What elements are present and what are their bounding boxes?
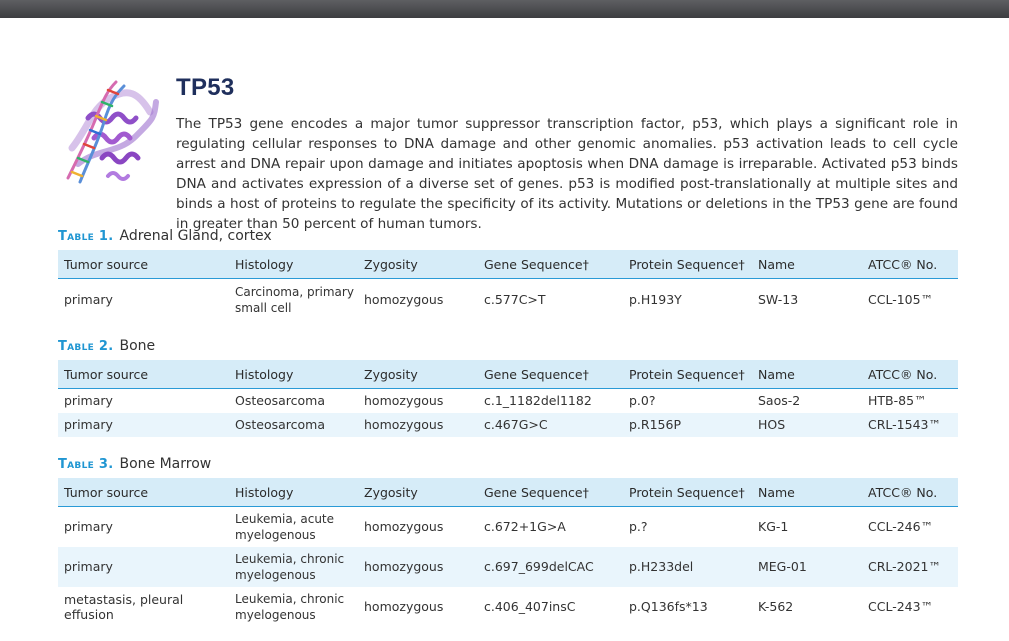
cell-atcc-no: CCL-243™ bbox=[868, 599, 934, 614]
table-number: Table 2. bbox=[58, 339, 114, 354]
table-2-caption: Table 2. Bone bbox=[58, 338, 155, 354]
cell-zygosity: homozygous bbox=[364, 519, 444, 535]
cell-name: K-562 bbox=[758, 599, 794, 614]
table-title: Bone Marrow bbox=[119, 456, 212, 472]
cell-atcc-no: CRL-1543™ bbox=[862, 412, 958, 437]
cell-histology: Carcinoma, primary small cell bbox=[235, 284, 354, 315]
cell-gene-sequence: c.697_699delCAC bbox=[478, 546, 623, 587]
column-header-tumor-source: Tumor source bbox=[58, 250, 229, 279]
table-row: primary Leukemia, chronic myelogenous ho… bbox=[58, 546, 958, 587]
cell-atcc-no: CCL-105™ bbox=[868, 292, 934, 308]
column-header-atcc-no: ATCC® No. bbox=[862, 478, 958, 507]
cell-protein-sequence: p.? bbox=[629, 519, 648, 535]
gene-title: TP53 bbox=[176, 74, 235, 101]
table-2-bone: Tumor source Histology Zygosity Gene Seq… bbox=[58, 360, 958, 437]
cell-gene-sequence: c.467G>C bbox=[478, 412, 623, 437]
cell-zygosity: homozygous bbox=[358, 546, 478, 587]
table-title: Adrenal Gland, cortex bbox=[119, 228, 272, 244]
viewer-toolbar bbox=[0, 0, 1009, 18]
table-number: Table 3. bbox=[58, 457, 114, 472]
cell-tumor-source: metastasis, pleural effusion bbox=[64, 591, 184, 622]
cell-name: SW-13 bbox=[758, 292, 799, 308]
column-header-atcc-no: ATCC® No. bbox=[862, 360, 958, 389]
cell-histology: Osteosarcoma bbox=[235, 393, 325, 409]
column-header-atcc-no: ATCC® No. bbox=[862, 250, 958, 279]
column-header-zygosity: Zygosity bbox=[358, 250, 478, 279]
column-header-gene-sequence: Gene Sequence† bbox=[478, 360, 623, 389]
column-header-tumor-source: Tumor source bbox=[58, 360, 229, 389]
table-row: primary Carcinoma, primary small cell ho… bbox=[58, 279, 958, 321]
column-header-gene-sequence: Gene Sequence† bbox=[478, 250, 623, 279]
cell-tumor-source: primary bbox=[64, 292, 113, 308]
cell-atcc-no: CRL-2021™ bbox=[862, 546, 958, 587]
table-3-bone-marrow: Tumor source Histology Zygosity Gene Seq… bbox=[58, 478, 958, 627]
column-header-zygosity: Zygosity bbox=[358, 478, 478, 507]
table-header-row: Tumor source Histology Zygosity Gene Seq… bbox=[58, 478, 958, 507]
table-header-row: Tumor source Histology Zygosity Gene Seq… bbox=[58, 250, 958, 279]
table-1-adrenal-gland: Tumor source Histology Zygosity Gene Seq… bbox=[58, 250, 958, 321]
column-header-histology: Histology bbox=[229, 250, 358, 279]
table-row: primary Leukemia, acute myelogenous homo… bbox=[58, 507, 958, 547]
table-title: Bone bbox=[119, 338, 156, 354]
cell-atcc-no: CCL-246™ bbox=[868, 519, 934, 535]
cell-histology: Leukemia, chronic myelogenous bbox=[229, 546, 358, 587]
column-header-histology: Histology bbox=[229, 360, 358, 389]
cell-zygosity: homozygous bbox=[364, 292, 444, 308]
table-1-caption: Table 1. Adrenal Gland, cortex bbox=[58, 228, 272, 244]
cell-tumor-source: primary bbox=[58, 412, 229, 437]
cell-protein-sequence: p.Q136fs*13 bbox=[629, 599, 708, 614]
table-row: primary Osteosarcoma homozygous c.1_1182… bbox=[58, 389, 958, 413]
column-header-tumor-source: Tumor source bbox=[58, 478, 229, 507]
cell-tumor-source: primary bbox=[64, 393, 113, 409]
cell-histology: Osteosarcoma bbox=[229, 412, 358, 437]
cell-name: MEG-01 bbox=[752, 546, 862, 587]
cell-zygosity: homozygous bbox=[364, 393, 444, 409]
cell-tumor-source: primary bbox=[58, 546, 229, 587]
cell-zygosity: homozygous bbox=[364, 599, 444, 614]
column-header-name: Name bbox=[752, 250, 862, 279]
cell-histology: Leukemia, acute myelogenous bbox=[235, 511, 335, 542]
cell-tumor-source: primary bbox=[64, 519, 113, 535]
cell-protein-sequence: p.H233del bbox=[623, 546, 752, 587]
table-row: primary Osteosarcoma homozygous c.467G>C… bbox=[58, 412, 958, 437]
cell-gene-sequence: c.406_407insC bbox=[484, 599, 576, 614]
cell-name: HOS bbox=[752, 412, 862, 437]
table-header-row: Tumor source Histology Zygosity Gene Seq… bbox=[58, 360, 958, 389]
column-header-protein-sequence: Protein Sequence† bbox=[623, 360, 752, 389]
table-row: metastasis, pleural effusion Leukemia, c… bbox=[58, 587, 958, 627]
cell-gene-sequence: c.672+1G>A bbox=[484, 519, 566, 535]
column-header-gene-sequence: Gene Sequence† bbox=[478, 478, 623, 507]
table-3-caption: Table 3. Bone Marrow bbox=[58, 456, 211, 472]
cell-protein-sequence: p.0? bbox=[629, 393, 656, 409]
cell-gene-sequence: c.1_1182del1182 bbox=[484, 393, 592, 409]
column-header-protein-sequence: Protein Sequence† bbox=[623, 478, 752, 507]
cell-histology: Leukemia, chronic myelogenous bbox=[235, 591, 345, 622]
column-header-zygosity: Zygosity bbox=[358, 360, 478, 389]
cell-protein-sequence: p.H193Y bbox=[629, 292, 682, 308]
column-header-name: Name bbox=[752, 478, 862, 507]
column-header-protein-sequence: Protein Sequence† bbox=[623, 250, 752, 279]
column-header-histology: Histology bbox=[229, 478, 358, 507]
cell-protein-sequence: p.R156P bbox=[623, 412, 752, 437]
column-header-name: Name bbox=[752, 360, 862, 389]
gene-description: The TP53 gene encodes a major tumor supp… bbox=[176, 116, 958, 232]
cell-gene-sequence: c.577C>T bbox=[484, 292, 546, 308]
p53-protein-dna-structure-image bbox=[66, 80, 159, 184]
cell-zygosity: homozygous bbox=[358, 412, 478, 437]
cell-atcc-no: HTB-85™ bbox=[868, 393, 927, 409]
table-number: Table 1. bbox=[58, 229, 114, 244]
cell-name: Saos-2 bbox=[758, 393, 801, 409]
cell-name: KG-1 bbox=[758, 519, 789, 535]
